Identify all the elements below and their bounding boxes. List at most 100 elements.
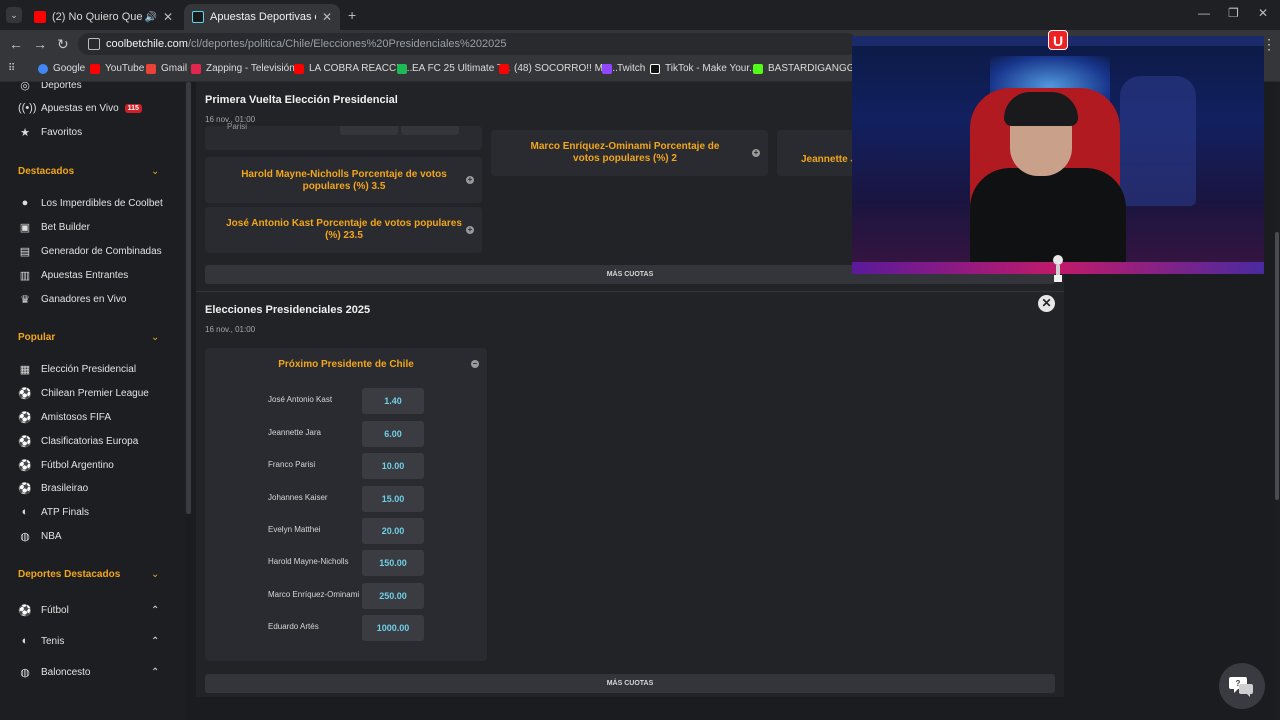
chevron-down-icon[interactable]: ⌄ <box>151 166 159 177</box>
sidebar-item-apuestas-entrantes[interactable]: ▥ Apuestas Entrantes <box>18 266 128 284</box>
odds-row: Evelyn Matthei 20.00 <box>268 518 428 544</box>
odds-button[interactable]: 250.00 <box>362 583 424 609</box>
site-info-icon[interactable] <box>88 38 100 50</box>
sidebar-item-clasificatorias[interactable]: ⚽ Clasificatorias Europa <box>18 432 138 450</box>
odds-button[interactable]: 10.00 <box>362 453 424 479</box>
tab-youtube[interactable]: (2) No Quiero Que Me Llore 🔊 ✕ <box>26 4 181 30</box>
star-icon: ★ <box>20 126 30 139</box>
close-window-icon[interactable]: ✕ <box>1258 6 1268 20</box>
sidebar-item-imperdibles[interactable]: ● Los Imperdibles de Coolbet <box>18 194 163 212</box>
help-chat-button[interactable]: ? <box>1219 663 1265 709</box>
webcam-streamer-hair <box>1004 92 1078 126</box>
bookmark-socorro[interactable]: (48) SOCORRO!! ME... <box>499 63 618 74</box>
basketball-icon: ◍ <box>20 530 30 543</box>
new-tab-button[interactable]: + <box>348 7 356 23</box>
restore-icon[interactable]: ❐ <box>1228 6 1239 20</box>
url-input[interactable]: coolbetchile.com/cl/deportes/politica/Ch… <box>78 33 858 55</box>
market-title: Próximo Presidente de Chile <box>278 359 414 370</box>
url-host: coolbetchile.com <box>106 38 188 50</box>
sidebar-item-baloncesto[interactable]: ◍ Baloncesto <box>18 663 90 681</box>
candidate-name: Jeannette Jara <box>268 428 321 437</box>
bookmark-zapping[interactable]: Zapping - Televisión... <box>191 63 303 74</box>
bookmark-tiktok[interactable]: TikTok - Make Your... <box>650 63 757 74</box>
section-deportes-destacados[interactable]: Deportes Destacados <box>18 569 120 580</box>
market-card-enriquez-ominami[interactable]: Marco Enríquez-Ominami Porcentaje de vot… <box>491 130 768 176</box>
expand-icon[interactable]: + <box>752 149 760 157</box>
odds-button[interactable]: 150.00 <box>362 550 424 576</box>
tab-coolbet[interactable]: Apuestas Deportivas en Chile - ✕ <box>184 4 340 30</box>
odds-button[interactable]: 20.00 <box>362 518 424 544</box>
sidebar-item-favoritos[interactable]: ★ Favoritos <box>18 123 82 141</box>
close-icon[interactable]: ✕ <box>1038 295 1055 312</box>
reload-icon[interactable]: ↻ <box>57 36 69 53</box>
expand-icon[interactable]: + <box>466 226 474 234</box>
soccer-icon: ⚽ <box>18 387 32 400</box>
odds-button[interactable] <box>340 126 398 135</box>
odds-row: Johannes Kaiser 15.00 <box>268 486 428 512</box>
bookmark-gmail[interactable]: Gmail <box>146 63 187 74</box>
section-popular[interactable]: Popular <box>18 332 55 343</box>
tennis-icon: ◐ <box>21 506 29 518</box>
sidebar-item-deportes[interactable]: ◎ Deportes <box>18 82 81 94</box>
close-icon[interactable]: ✕ <box>316 10 332 24</box>
sidebar-item-generador[interactable]: ▤ Generador de Combinadas <box>18 242 162 260</box>
odds-row: Franco Parisi 10.00 <box>268 453 428 479</box>
more-odds-button[interactable]: MÁS CUOTAS <box>205 674 1055 693</box>
soccer-icon: ⚽ <box>18 411 32 424</box>
sidebar-item-futbol[interactable]: ⚽ Fútbol <box>18 601 69 619</box>
collapse-icon[interactable]: − <box>471 360 479 368</box>
sidebar-item-brasileirao[interactable]: ⚽ Brasileirao <box>18 479 88 497</box>
tab-search-button[interactable]: ⌄ <box>6 7 22 23</box>
odds-button[interactable]: 6.00 <box>362 421 424 447</box>
webcam-streamer-body <box>970 168 1126 274</box>
back-icon[interactable]: ← <box>9 36 23 52</box>
chevron-up-icon[interactable]: ⌃ <box>151 636 159 647</box>
close-icon[interactable]: ✕ <box>157 10 173 24</box>
sidebar-item-futbol-argentino[interactable]: ⚽ Fútbol Argentino <box>18 456 114 474</box>
chevron-up-icon[interactable]: ⌃ <box>151 605 159 616</box>
youtube-icon <box>294 63 304 74</box>
sidebar-item-bet-builder[interactable]: ▣ Bet Builder <box>18 218 90 236</box>
sidebar-item-nba[interactable]: ◍ NBA <box>18 527 61 545</box>
sidebar-item-eleccion[interactable]: ▦ Elección Presidencial <box>18 360 136 378</box>
candidate-name: Marco Enríquez-Ominami <box>268 590 360 599</box>
scroll-thumb[interactable] <box>1275 232 1279 500</box>
minimize-icon[interactable]: — <box>1198 6 1210 20</box>
ticket-icon: ▣ <box>19 221 31 234</box>
sidebar-item-atp[interactable]: ◐ ATP Finals <box>18 503 89 521</box>
market-card-mayne-nicholls[interactable]: Harold Mayne-Nicholls Porcentaje de voto… <box>205 157 482 203</box>
sidebar-scrollbar[interactable] <box>186 82 191 514</box>
apps-icon[interactable]: ⠿ <box>8 63 15 74</box>
market-card-kast[interactable]: José Antonio Kast Porcentaje de votos po… <box>205 207 482 253</box>
sidebar-item-chilean-premier[interactable]: ⚽ Chilean Premier League <box>18 384 149 402</box>
cards-icon: ▤ <box>19 245 31 258</box>
menu-icon[interactable]: ⋮ <box>1262 36 1276 53</box>
expand-icon[interactable]: + <box>466 176 474 184</box>
youtube-icon <box>499 63 509 74</box>
bookmark-google[interactable]: Google <box>38 63 85 74</box>
chevron-down-icon[interactable]: ⌄ <box>151 332 159 343</box>
candidate-name: Johannes Kaiser <box>268 493 328 502</box>
sidebar-item-amistosos[interactable]: ⚽ Amistosos FIFA <box>18 408 111 426</box>
sidebar-item-apuestas-en-vivo[interactable]: ((•)) Apuestas en Vivo 115 <box>18 99 142 117</box>
bookmark-youtube[interactable]: YouTube <box>90 63 144 74</box>
chevron-up-icon[interactable]: ⌃ <box>151 667 159 678</box>
page-scrollbar[interactable] <box>1274 82 1280 720</box>
odds-button[interactable] <box>401 126 459 135</box>
chevron-down-icon[interactable]: ⌄ <box>151 569 159 580</box>
sidebar-item-tenis[interactable]: ◐ Tenis <box>18 632 65 650</box>
market-card: Parisi <box>205 122 482 150</box>
candidate-name: José Antonio Kast <box>268 395 333 404</box>
soccer-icon: ⚽ <box>18 482 32 495</box>
odds-button[interactable]: 1.40 <box>362 388 424 414</box>
sidebar-item-ganadores[interactable]: ♛ Ganadores en Vivo <box>18 290 126 308</box>
bookmark-ea-fc[interactable]: EA FC 25 Ultimate T... <box>397 63 510 74</box>
club-logo-icon: U <box>1048 30 1068 50</box>
bookmark-twitch[interactable]: Twitch <box>602 63 645 74</box>
odds-button[interactable]: 15.00 <box>362 486 424 512</box>
incoming-icon: ▥ <box>19 269 31 282</box>
forward-icon[interactable]: → <box>33 36 47 52</box>
section-destacados[interactable]: Destacados <box>18 166 74 177</box>
bookmark-bastardigangg[interactable]: BASTARDIGANGG |... <box>753 63 868 74</box>
odds-button[interactable]: 1000.00 <box>362 615 424 641</box>
